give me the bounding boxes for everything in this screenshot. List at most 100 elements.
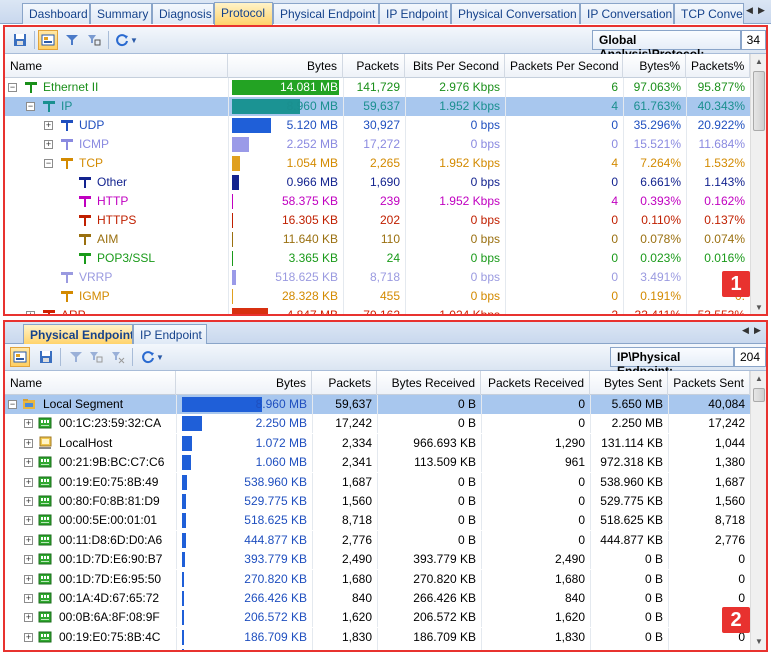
endpoint-row[interactable]: +00:21:9B:BC:C7:C6 1.060 MB 2,341 113.509 K… <box>5 453 750 473</box>
scroll-thumb[interactable] <box>753 388 765 402</box>
column-header-packets-[interactable]: Packets% <box>686 54 750 78</box>
cell-bytes-pct: 97.063% <box>633 80 681 94</box>
expand-icon[interactable]: + <box>26 311 35 314</box>
collapse-icon[interactable]: − <box>44 159 53 168</box>
filter-remove-icon[interactable] <box>108 347 128 367</box>
tab-physical-endpoint[interactable]: Physical Endpoint <box>23 324 133 344</box>
endpoint-row[interactable]: +00:19:E0:75:8B:4C 186.709 KB 1,830 186.709… <box>5 627 750 647</box>
protocol-row[interactable]: VRRP518.625 KB8,7180 bps03.491%5. <box>5 268 750 287</box>
protocol-row[interactable]: POP3/SSL 3.365 KB 24 0 bps 0 0.023% 0.016% <box>5 249 750 268</box>
filter-icon[interactable] <box>62 30 82 50</box>
expand-icon[interactable]: + <box>24 438 33 448</box>
tab-ip-endpoint[interactable]: IP Endpoint <box>133 324 207 344</box>
protocol-row[interactable]: HTTP 58.375 KB 239 1.952 Kbps 4 0.393% 0.162% <box>5 192 750 211</box>
tab-physical-endpoint[interactable]: Physical Endpoint <box>273 3 379 24</box>
protocol-row[interactable]: − TCP 1.054 MB 2,265 1.952 Kbps 4 7.264% 1.532% <box>5 154 750 173</box>
tab-ip-endpoint[interactable]: IP Endpoint <box>379 3 451 24</box>
scroll-up-icon[interactable]: ▲ <box>751 371 766 387</box>
tab-scroll-left-icon[interactable]: ◀ <box>746 5 753 16</box>
expand-icon[interactable]: + <box>44 140 53 149</box>
refresh-dropdown-icon[interactable]: ▼ <box>129 30 139 50</box>
column-header-bits-per-second[interactable]: Bits Per Second <box>405 54 505 78</box>
protocol-row[interactable]: HTTPS 16.305 KB 202 0 bps 0 0.110% 0.137% <box>5 211 750 230</box>
collapse-icon[interactable]: − <box>8 83 17 92</box>
column-header-bytes-received[interactable]: Bytes Received <box>377 371 481 395</box>
endpoint-row[interactable]: +00:0B:6A:5A:C0:63161.396 KB1,590161.396… <box>5 647 750 650</box>
endpoint-row[interactable]: + LocalHost 1.072 MB 2,334 966.693 KB 1,290 13… <box>5 433 750 453</box>
column-header-packets[interactable]: Packets <box>312 371 377 395</box>
endpoint-row[interactable]: +00:1C:23:59:32:CA 2.250 MB 17,242 0 B 0 2.25… <box>5 414 750 434</box>
protocol-row[interactable]: − Ethernet II 14.081 MB 141,729 2.976 Kbps 6 9… <box>5 78 750 97</box>
scroll-up-icon[interactable]: ▲ <box>751 54 766 70</box>
expand-icon[interactable]: + <box>24 516 33 526</box>
pane-tab-right-icon[interactable]: ▶ <box>754 325 761 336</box>
filter-icon[interactable] <box>66 347 86 367</box>
tab-physical-conversation[interactable]: Physical Conversation <box>451 3 580 24</box>
protocol-row[interactable]: Other 0.966 MB 1,690 0 bps 0 6.661% 1.143% <box>5 173 750 192</box>
view-mode-icon[interactable] <box>38 30 58 50</box>
tab-protocol[interactable]: Protocol <box>214 2 273 25</box>
tab-scroll-right-icon[interactable]: ▶ <box>758 5 765 16</box>
tab-tcp-conver[interactable]: TCP Conver <box>674 3 744 24</box>
cell-bs: 444.877 KB <box>600 532 663 547</box>
cell-packets: 1,590 <box>312 647 377 650</box>
protocol-icon <box>78 232 92 246</box>
endpoint-row[interactable]: +00:0B:6A:8F:08:9F 206.572 KB 1,620 206.572… <box>5 608 750 628</box>
column-header-bytes-[interactable]: Bytes% <box>623 54 686 78</box>
scroll-thumb[interactable] <box>753 71 765 131</box>
endpoint-row[interactable]: − Local Segment 8.960 MB 59,637 0 B 0 5.650 MB… <box>5 395 750 414</box>
column-header-name[interactable]: Name <box>5 371 176 395</box>
expand-icon[interactable]: + <box>24 497 33 506</box>
collapse-icon[interactable]: − <box>8 400 17 409</box>
expand-icon[interactable]: + <box>24 594 33 603</box>
tab-diagnosis[interactable]: Diagnosis <box>152 3 214 24</box>
column-header-bytes[interactable]: Bytes <box>228 54 343 78</box>
pane-tab-left-icon[interactable]: ◀ <box>742 325 749 336</box>
expand-icon[interactable]: + <box>24 535 33 545</box>
refresh-dropdown-icon[interactable]: ▼ <box>155 347 165 367</box>
protocol-row[interactable]: + ARP 4.847 MB 79,162 1.024 Kbps 2 33.411% 53.5… <box>5 306 750 314</box>
column-header-bytes[interactable]: Bytes <box>176 371 312 395</box>
scroll-down-icon[interactable]: ▼ <box>751 634 766 650</box>
filter-edit-icon[interactable] <box>84 30 104 50</box>
column-header-name[interactable]: Name <box>5 54 228 78</box>
expand-icon[interactable]: + <box>24 555 33 565</box>
column-header-packets[interactable]: Packets <box>343 54 405 78</box>
expand-icon[interactable]: + <box>24 574 33 584</box>
cell-packets: 1,690 <box>369 175 400 189</box>
protocol-row[interactable]: + UDP 5.120 MB 30,927 0 bps 0 35.296% 20.922% <box>5 116 750 135</box>
protocol-row[interactable]: AIM 11.640 KB 110 0 bps 0 0.078% 0.074% <box>5 230 750 249</box>
tab-summary[interactable]: Summary <box>90 3 152 24</box>
protocol-scrollbar[interactable]: ▲ ▼ <box>750 54 766 314</box>
cell-bytes: 14.081 MB <box>279 80 338 94</box>
expand-icon[interactable]: + <box>24 458 33 468</box>
endpoint-row[interactable]: +00:80:F0:8B:81:D9 529.775 KB 1,560 0 B 0 529… <box>5 492 750 511</box>
tab-dashboard[interactable]: Dashboard <box>22 3 90 24</box>
filter-edit-icon[interactable] <box>86 347 106 367</box>
column-header-packets-received[interactable]: Packets Received <box>481 371 590 395</box>
expand-icon[interactable]: + <box>24 419 33 429</box>
protocol-row[interactable]: IGMP28.328 KB4550 bps00.191%0. <box>5 287 750 306</box>
save-icon[interactable] <box>36 347 56 367</box>
column-header-bytes-sent[interactable]: Bytes Sent <box>590 371 668 395</box>
expand-icon[interactable]: + <box>24 632 33 642</box>
scroll-down-icon[interactable]: ▼ <box>751 300 766 314</box>
endpoint-row[interactable]: +00:1D:7D:E6:95:50 270.820 KB 1,680 270.820… <box>5 569 750 589</box>
endpoint-row[interactable]: +00:1A:4D:67:65:72 266.426 KB 840 266.426 K… <box>5 589 750 608</box>
save-icon[interactable] <box>10 30 30 50</box>
protocol-row[interactable]: − IP 8.960 MB 59,637 1.952 Kbps 4 61.763% 40.34… <box>5 97 750 116</box>
endpoint-scrollbar[interactable]: ▲ ▼ <box>750 371 766 650</box>
expand-icon[interactable]: + <box>44 121 53 130</box>
tab-ip-conversation[interactable]: IP Conversation <box>580 3 674 24</box>
endpoint-row[interactable]: +00:19:E0:75:8B:49 538.960 KB 1,687 0 B 0 538… <box>5 472 750 492</box>
column-header-packets-sent[interactable]: Packets Sent <box>668 371 750 395</box>
expand-icon[interactable]: + <box>24 613 33 623</box>
column-header-packets-per-second[interactable]: Packets Per Second <box>505 54 623 78</box>
expand-icon[interactable]: + <box>24 477 33 487</box>
collapse-icon[interactable]: − <box>26 102 35 111</box>
view-mode-icon[interactable] <box>10 347 30 367</box>
endpoint-row[interactable]: +00:11:D8:6D:D0:A6 444.877 KB 2,776 0 B 0 444… <box>5 530 750 550</box>
endpoint-row[interactable]: +00:00:5E:00:01:01 518.625 KB 8,718 0 B 0 518… <box>5 511 750 531</box>
protocol-row[interactable]: + ICMP 2.252 MB 17,272 0 bps 0 15.521% 11.684% <box>5 135 750 154</box>
endpoint-row[interactable]: +00:1D:7D:E6:90:B7 393.779 KB 2,490 393.779… <box>5 550 750 570</box>
